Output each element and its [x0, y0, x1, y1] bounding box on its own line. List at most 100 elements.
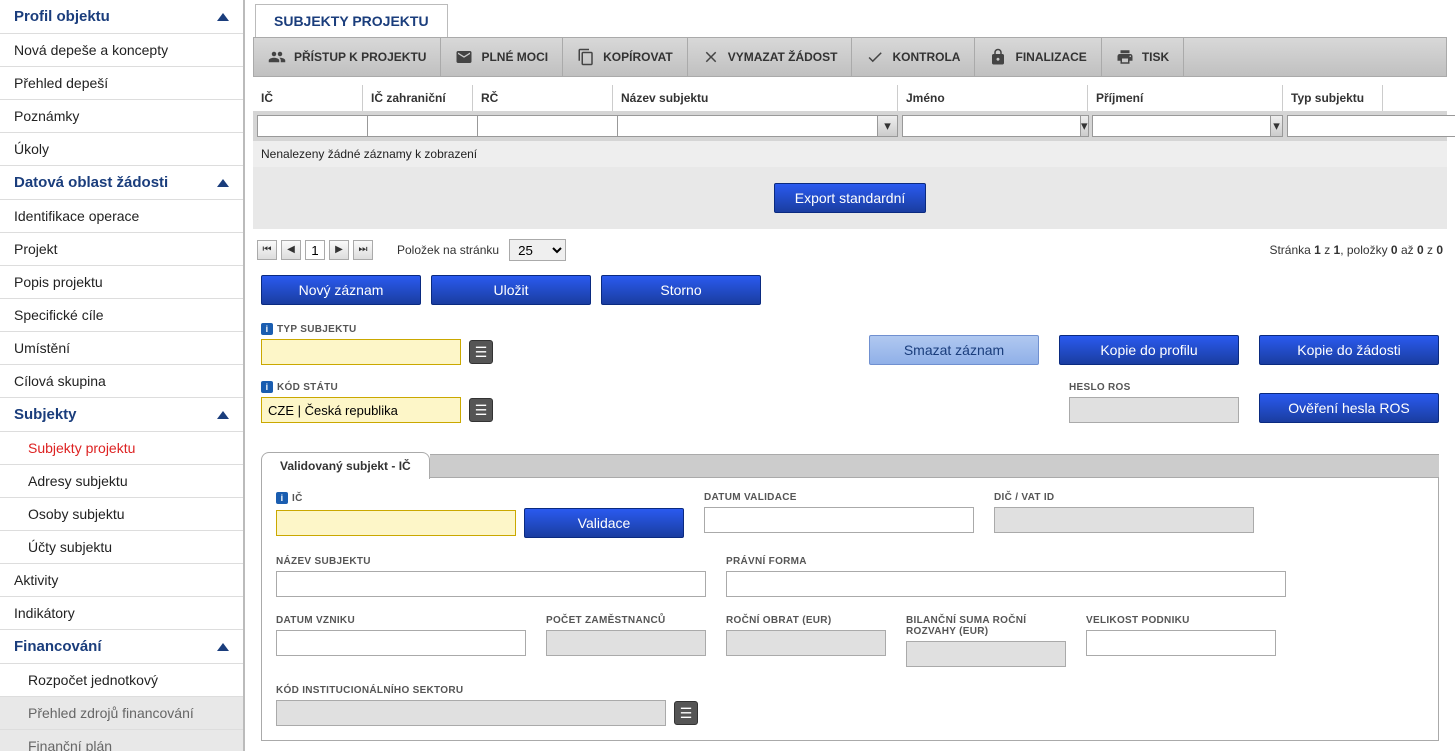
lookup-button[interactable]: ☰ — [469, 398, 493, 422]
lookup-button[interactable]: ☰ — [674, 701, 698, 725]
pager-last[interactable]: ⏭ — [353, 240, 373, 260]
tool-plnemoci[interactable]: PLNÉ MOCI — [441, 38, 563, 76]
sidebar-section-profil[interactable]: Profil objektu — [0, 0, 243, 34]
tab-row: SUBJEKTY PROJEKTU — [245, 0, 1455, 37]
pocet-zam-input[interactable] — [546, 630, 706, 656]
sidebar-item[interactable]: Projekt — [0, 233, 243, 266]
validace-button[interactable]: Validace — [524, 508, 684, 538]
velikost-input[interactable] — [1086, 630, 1276, 656]
tab-subjekty-projektu[interactable]: SUBJEKTY PROJEKTU — [255, 4, 448, 37]
tool-tisk[interactable]: TISK — [1102, 38, 1184, 76]
kod-sektoru-input[interactable] — [276, 700, 666, 726]
chevron-up-icon — [217, 643, 229, 651]
grid-filter-nazev: ▾ — [615, 115, 900, 137]
storno-button[interactable]: Storno — [601, 275, 761, 305]
sidebar-item[interactable]: Přehled zdrojů financování — [0, 697, 243, 730]
sidebar-item[interactable]: Nová depeše a koncepty — [0, 34, 243, 67]
nazev-subjektu-input[interactable] — [276, 571, 706, 597]
rocni-obrat-input[interactable] — [726, 630, 886, 656]
kopie-zadost-button[interactable]: Kopie do žádosti — [1259, 335, 1439, 365]
datum-validace-input[interactable] — [704, 507, 974, 533]
dic-input[interactable] — [994, 507, 1254, 533]
sidebar-item-subjekty-projektu[interactable]: Subjekty projektu — [0, 432, 243, 465]
sidebar-item[interactable]: Rozpočet jednotkový — [0, 664, 243, 697]
field-label-text: KÓD INSTITUCIONÁLNÍHO SEKTORU — [276, 685, 1424, 696]
tool-finalizace[interactable]: FINALIZACE — [975, 38, 1101, 76]
section-tab[interactable]: Validovaný subjekt - IČ — [261, 452, 430, 479]
pager-next[interactable]: ▶ — [329, 240, 349, 260]
sidebar-section-datova[interactable]: Datová oblast žádosti — [0, 166, 243, 200]
grid-header-typ[interactable]: Typ subjektu — [1283, 85, 1383, 111]
ulozit-button[interactable]: Uložit — [431, 275, 591, 305]
pager-first[interactable]: ⏮ — [257, 240, 277, 260]
sidebar-item[interactable]: Aktivity — [0, 564, 243, 597]
grid-filter-input-nazev[interactable] — [617, 115, 878, 137]
sidebar-item[interactable]: Umístění — [0, 332, 243, 365]
sidebar-item[interactable]: Popis projektu — [0, 266, 243, 299]
sidebar-item[interactable]: Cílová skupina — [0, 365, 243, 398]
grid-header-prijmeni[interactable]: Příjmení — [1088, 85, 1283, 111]
grid-header-nazev[interactable]: Název subjektu — [613, 85, 898, 111]
grid-header-ic[interactable]: IČ — [253, 85, 363, 111]
tool-kopirovat[interactable]: KOPÍROVAT — [563, 38, 688, 76]
filter-icon[interactable]: ▾ — [878, 115, 898, 137]
sidebar-item[interactable]: Adresy subjektu — [0, 465, 243, 498]
grid-header-jmeno[interactable]: Jméno — [898, 85, 1088, 111]
ic-input[interactable] — [276, 510, 516, 536]
datum-vzniku-input[interactable] — [276, 630, 526, 656]
sidebar-section-label: Datová oblast žádosti — [14, 174, 168, 191]
sidebar-item[interactable]: Finanční plán — [0, 730, 243, 751]
kod-statu-input[interactable] — [261, 397, 461, 423]
sidebar-section-subjekty[interactable]: Subjekty — [0, 398, 243, 432]
filter-icon[interactable]: ▾ — [1271, 115, 1283, 137]
sidebar-item[interactable]: Specifické cíle — [0, 299, 243, 332]
novy-zaznam-button[interactable]: Nový záznam — [261, 275, 421, 305]
field-label-text: POČET ZAMĚSTNANCŮ — [546, 615, 706, 626]
kopie-profil-button[interactable]: Kopie do profilu — [1059, 335, 1239, 365]
export-button[interactable]: Export standardní — [774, 183, 927, 213]
sidebar-item[interactable]: Identifikace operace — [0, 200, 243, 233]
pravni-forma-input[interactable] — [726, 571, 1286, 597]
toolbar: PŘÍSTUP K PROJEKTU PLNÉ MOCI KOPÍROVAT V… — [253, 37, 1447, 77]
filter-icon[interactable]: ▾ — [1081, 115, 1089, 137]
sidebar-item[interactable]: Poznámky — [0, 100, 243, 133]
grid-filter-ic: ▾ — [255, 115, 365, 137]
info-icon: i — [261, 381, 273, 393]
field-label-text: DATUM VALIDACE — [704, 492, 974, 503]
tool-pristup[interactable]: PŘÍSTUP K PROJEKTU — [254, 38, 441, 76]
field-bilancni: BILANČNÍ SUMA ROČNÍ ROZVAHY (EUR) — [906, 615, 1066, 667]
bilancni-input[interactable] — [906, 641, 1066, 667]
grid-filter-jmeno: ▾ — [900, 115, 1090, 137]
overeni-ros-button[interactable]: Ověření hesla ROS — [1259, 393, 1439, 423]
sidebar-item[interactable]: Účty subjektu — [0, 531, 243, 564]
field-datum-vzniku: DATUM VZNIKU — [276, 615, 526, 667]
grid-header-icz[interactable]: IČ zahraniční — [363, 85, 473, 111]
tool-kontrola[interactable]: KONTROLA — [852, 38, 975, 76]
field-label-text: TYP SUBJEKTU — [277, 324, 357, 335]
field-datum-validace: DATUM VALIDACE — [704, 492, 974, 538]
field-dic: DIČ / VAT ID — [994, 492, 1254, 538]
typ-subjektu-input[interactable] — [261, 339, 461, 365]
field-label-text: PRÁVNÍ FORMA — [726, 556, 1286, 567]
sidebar-item[interactable]: Indikátory — [0, 597, 243, 630]
pager-prev[interactable]: ◀ — [281, 240, 301, 260]
heslo-ros-input[interactable] — [1069, 397, 1239, 423]
sidebar-item[interactable]: Úkoly — [0, 133, 243, 166]
field-label-text: KÓD STÁTU — [277, 382, 338, 393]
pager-page-input[interactable] — [305, 240, 325, 260]
grid-filter-input-prijmeni[interactable] — [1092, 115, 1271, 137]
sidebar-section-label: Profil objektu — [14, 8, 110, 25]
sidebar-item[interactable]: Přehled depeší — [0, 67, 243, 100]
sidebar-section-label: Financování — [14, 638, 102, 655]
grid-filters: ▾▾▾▾▾▾▾ — [253, 111, 1447, 141]
sidebar-section-financovani[interactable]: Financování — [0, 630, 243, 664]
action-row: Nový záznam Uložit Storno — [245, 271, 1455, 315]
grid-header-rc[interactable]: RČ — [473, 85, 613, 111]
grid-filter-input-typ[interactable] — [1287, 115, 1455, 137]
pager-per-page-select[interactable]: 25 — [509, 239, 566, 261]
grid-filter-input-jmeno[interactable] — [902, 115, 1081, 137]
smazat-zaznam-button[interactable]: Smazat záznam — [869, 335, 1039, 365]
lookup-button[interactable]: ☰ — [469, 340, 493, 364]
sidebar-item[interactable]: Osoby subjektu — [0, 498, 243, 531]
tool-vymazat[interactable]: VYMAZAT ŽÁDOST — [688, 38, 853, 76]
